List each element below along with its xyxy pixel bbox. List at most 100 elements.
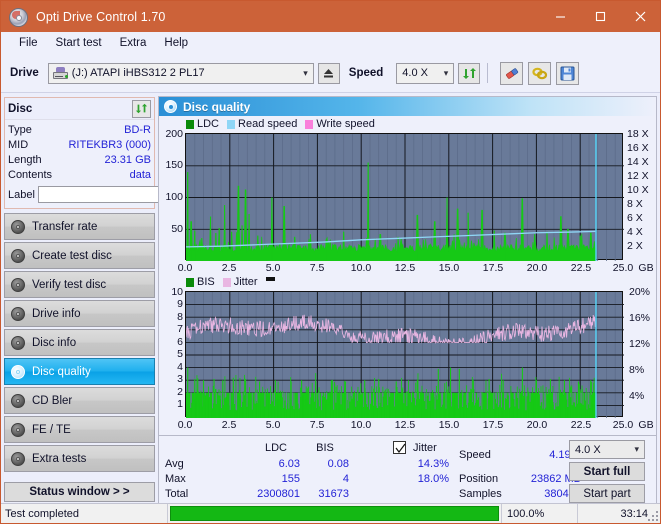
y-tick-bottom: 4 [159,361,183,373]
sidebar-item-label: Extra tests [32,453,86,465]
stat-ldc-avg: 6.03 [228,458,300,470]
jitter-checkbox[interactable] [393,441,406,454]
sidebar-item-cd-bler[interactable]: CD Bler [4,387,155,414]
sidebar-item-fe-te[interactable]: FE / TE [4,416,155,443]
sidebar-item-disc-quality[interactable]: Disc quality [4,358,155,385]
y-tick-bottom: 3 [159,373,183,385]
menu-item-file[interactable]: File [10,35,47,51]
disc-icon [11,452,25,466]
sidebar-item-create-test-disc[interactable]: Create test disc [4,242,155,269]
x-tick-bottom: 15.0 [435,419,463,431]
ldc-read-speed-plot[interactable] [185,133,623,260]
disc-row-contents: Contents data [8,167,151,182]
stat-col-header-bis: BIS [301,442,349,454]
legend-label: Read speed [238,118,297,130]
resize-grip[interactable] [648,511,658,521]
disc-refresh-button[interactable] [132,100,151,118]
content-area: Disc Type BD-R MID RITE [1,93,660,509]
close-icon[interactable] [620,1,660,32]
speed-select[interactable]: 4.0 X ▾ [396,63,454,84]
disc-row-value: 23.31 GB [105,154,151,166]
x-tick-top: 15.0 [435,262,463,274]
y2-tick-bottom: 8% [629,364,644,376]
window-title: Opti Drive Control 1.70 [36,10,165,24]
x-tick-bottom: 25.0 [609,419,637,431]
chevron-down-icon: ▾ [634,444,639,455]
start-part-button[interactable]: Start part [569,484,645,503]
drive-icon [53,67,68,79]
stat-bis-total: 31673 [301,488,349,500]
status-message: Test completed [1,508,167,520]
sidebar-item-drive-info[interactable]: Drive info [4,300,155,327]
x-axis-unit-bottom: GB [634,419,658,431]
y2-tick-bottom: 12% [629,338,650,350]
bookmark-icon[interactable] [528,62,551,85]
legend-swatch [227,120,235,129]
eraser-icon[interactable] [500,62,523,85]
chart-bottom-legend: BIS Jitter [186,276,275,288]
disc-icon [11,394,25,408]
speed-stat-label: Speed [459,449,491,461]
minimize-icon[interactable] [540,1,580,32]
chevron-down-icon: ▾ [444,68,449,79]
sidebar-item-extra-tests[interactable]: Extra tests [4,445,155,472]
drive-select[interactable]: (J:) ATAPI iHBS312 2 PL17 ▾ [48,63,314,84]
refresh-button[interactable] [458,63,480,84]
y-tick-top: 200 [159,128,183,140]
y-tick-bottom: 9 [159,298,183,310]
menu-item-help[interactable]: Help [155,35,197,51]
legend-label: Write speed [316,118,375,130]
legend-swatch [305,120,313,129]
x-tick-top: 20.0 [523,262,551,274]
page-title: Disc quality [183,100,250,114]
legend-entry-write-speed: Write speed [305,118,375,130]
disc-label-key: Label [8,189,35,201]
sidebar-item-disc-info[interactable]: Disc info [4,329,155,356]
disc-row-length: Length 23.31 GB [8,152,151,167]
x-tick-bottom: 20.0 [523,419,551,431]
y-tick-bottom: 8 [159,311,183,323]
sidebar-item-transfer-rate[interactable]: Transfer rate [4,213,155,240]
status-bar: Test completed 100.0% 33:14 [1,503,660,523]
y-tick-bottom: 2 [159,386,183,398]
y2-tick-top: 8 X [627,198,643,210]
disc-icon [11,307,25,321]
stat-ldc-max: 155 [228,473,300,485]
jitter-label: Jitter [413,442,437,454]
chevron-down-icon: ▾ [303,68,308,79]
status-window-button[interactable]: Status window > > [4,482,155,502]
maximize-icon[interactable] [580,1,620,32]
disc-icon [11,278,25,292]
legend-marker-icon [266,277,275,281]
disc-icon [11,220,25,234]
toolbar: Drive (J:) ATAPI iHBS312 2 PL17 ▾ Speed … [1,54,660,93]
menu-item-start-test[interactable]: Start test [47,35,111,51]
legend-swatch [223,278,231,287]
toolbar-divider [487,63,488,83]
x-tick-bottom: 0.0 [171,419,199,431]
y2-tick-top: 14 X [627,156,649,168]
x-tick-top: 0.0 [171,262,199,274]
test-speed-select[interactable]: 4.0 X ▾ [569,440,645,459]
legend-label: BIS [197,276,215,288]
stat-col-header-ldc: LDC [252,442,300,454]
progress-fill [170,506,499,521]
save-icon[interactable] [556,62,579,85]
x-axis-unit-top: GB [634,262,658,274]
charts-container: LDC Read speed Write speed [159,116,656,435]
y-tick-top: 50 [159,223,183,235]
disc-icon [164,100,177,113]
start-full-button[interactable]: Start full [569,462,645,481]
menu-item-extra[interactable]: Extra [111,35,156,51]
y2-tick-bottom: 16% [629,312,650,324]
legend-entry-jitter: Jitter [223,276,258,288]
speed-select-value: 4.0 X [402,67,428,79]
x-tick-top: 12.5 [391,262,419,274]
sidebar-item-label: FE / TE [32,424,71,436]
eject-button[interactable] [318,63,340,84]
x-tick-bottom: 7.5 [303,419,331,431]
sidebar-item-verify-test-disc[interactable]: Verify test disc [4,271,155,298]
sidebar-item-label: Disc info [32,337,76,349]
y2-tick-bottom: 4% [629,390,644,402]
bis-jitter-plot[interactable] [185,291,623,417]
